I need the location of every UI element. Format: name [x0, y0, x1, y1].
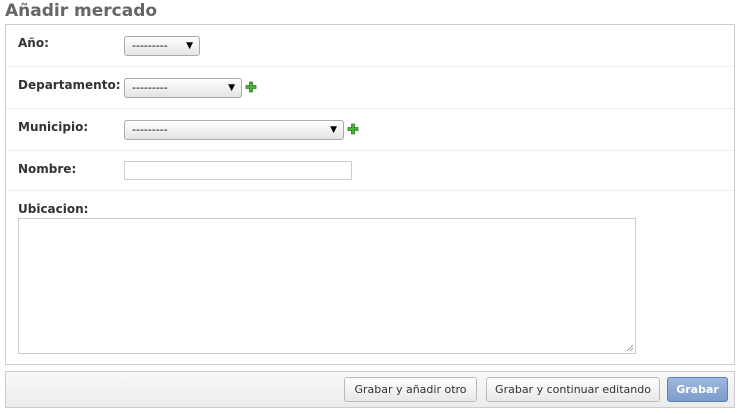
- ano-select-value: ---------: [132, 39, 168, 52]
- form-row-ubicacion: Ubicacion:: [6, 191, 734, 364]
- save-and-continue-button[interactable]: Grabar y continuar editando: [486, 377, 660, 402]
- page-title: Añadir mercado: [5, 1, 158, 21]
- departamento-select-value: ---------: [132, 81, 168, 94]
- dropdown-arrow-icon: ▼: [186, 41, 193, 51]
- dropdown-arrow-icon: ▼: [330, 125, 337, 135]
- ano-select[interactable]: --------- ▼: [124, 36, 200, 56]
- municipio-select[interactable]: --------- ▼: [124, 120, 344, 140]
- form-row-municipio: Municipio: --------- ▼: [6, 109, 734, 151]
- municipio-select-value: ---------: [132, 123, 168, 136]
- form-row-nombre: Nombre:: [6, 151, 734, 191]
- ubicacion-textarea[interactable]: [18, 218, 636, 354]
- nombre-input[interactable]: [124, 161, 352, 180]
- save-button[interactable]: Grabar: [667, 377, 728, 402]
- departamento-label: Departamento:: [18, 78, 121, 92]
- save-and-add-another-button[interactable]: Grabar y añadir otro: [344, 377, 477, 402]
- ano-label: Año:: [18, 36, 49, 50]
- form-row-departamento: Departamento: --------- ▼: [6, 67, 734, 109]
- nombre-label: Nombre:: [18, 162, 77, 176]
- add-departamento-plus-icon[interactable]: [245, 81, 257, 93]
- form-row-ano: Año: --------- ▼: [6, 25, 734, 67]
- submit-row: Grabar y añadir otro Grabar y continuar …: [5, 371, 735, 408]
- dropdown-arrow-icon: ▼: [228, 83, 235, 93]
- resize-grip-icon[interactable]: [626, 344, 634, 352]
- form-fieldset: Año: --------- ▼ Departamento: ---------…: [5, 24, 735, 365]
- municipio-label: Municipio:: [18, 120, 89, 134]
- add-municipio-plus-icon[interactable]: [347, 123, 359, 135]
- ubicacion-label: Ubicacion:: [18, 202, 89, 216]
- departamento-select[interactable]: --------- ▼: [124, 78, 242, 98]
